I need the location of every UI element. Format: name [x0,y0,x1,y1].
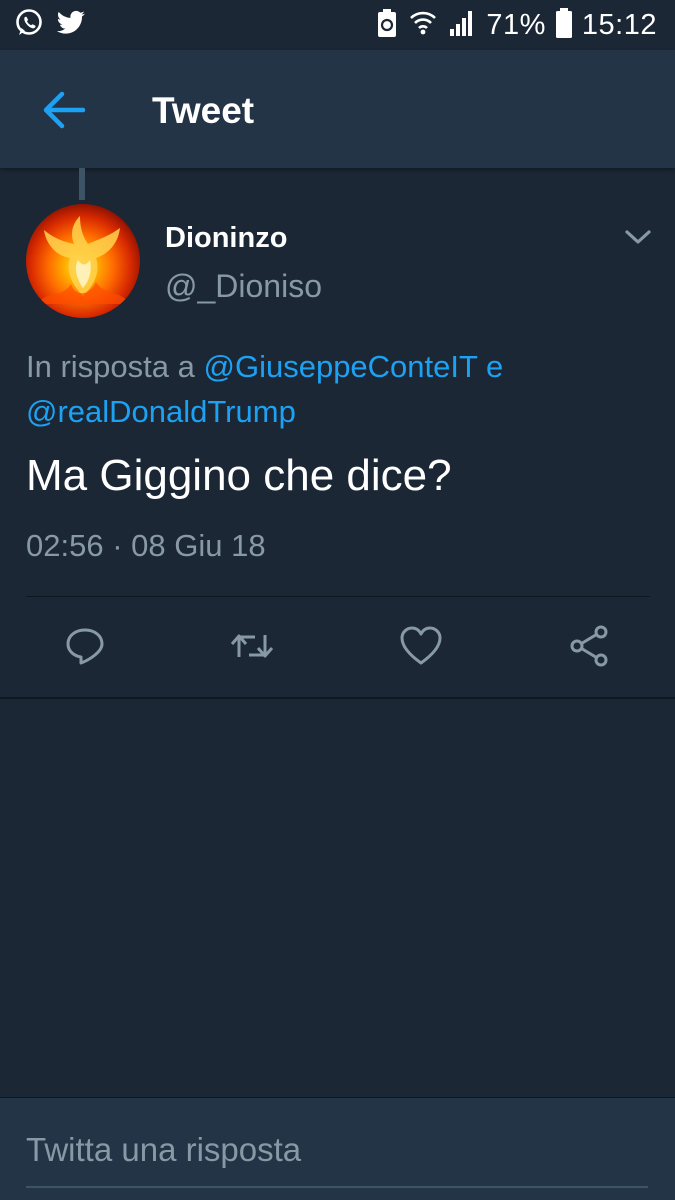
status-bar: 71% 15:12 [0,0,675,50]
battery-percent: 71% [486,8,546,41]
mention-link-2[interactable]: @realDonaldTrump [26,394,296,429]
author-handle[interactable]: @_Dioniso [165,268,322,305]
back-button[interactable] [36,86,92,138]
tweet-text: Ma Giggino che dice? [26,451,452,500]
share-button[interactable] [568,624,612,673]
app-bar: Tweet [0,50,675,168]
twitter-icon [56,10,86,41]
author-name[interactable]: Dioninzo [165,222,287,255]
tweet-timestamp: 02:56 · 08 Giu 18 [26,528,266,563]
reply-context: In risposta a @GiuseppeConteIT e @realDo… [26,344,646,434]
retweet-button[interactable] [230,626,274,670]
like-button[interactable] [399,626,443,670]
battery-icon [555,7,572,43]
tweet-menu-button[interactable] [622,222,654,252]
avatar[interactable] [26,204,140,318]
reply-prefix: In risposta a [26,349,195,384]
mention-link-1[interactable]: @GiuseppeConteIT [204,349,478,384]
divider [0,697,675,699]
thread-connector [79,168,85,200]
page-title: Tweet [152,90,255,131]
whatsapp-icon [14,8,44,43]
clock: 15:12 [581,8,657,41]
chevron-down-icon [622,230,654,256]
divider [26,596,650,597]
reply-conjunction: e [486,349,504,384]
battery-saver-icon [376,8,398,43]
wifi-icon [408,8,438,43]
reply-button[interactable] [63,626,107,670]
reply-input[interactable] [26,1126,648,1188]
phoenix-image [36,216,130,304]
share-icon [568,624,612,673]
signal-icon [448,9,476,42]
reply-composer [0,1097,675,1200]
heart-icon [399,625,443,672]
arrow-left-icon [41,90,87,135]
reply-icon [64,625,106,672]
retweet-icon [229,625,275,672]
